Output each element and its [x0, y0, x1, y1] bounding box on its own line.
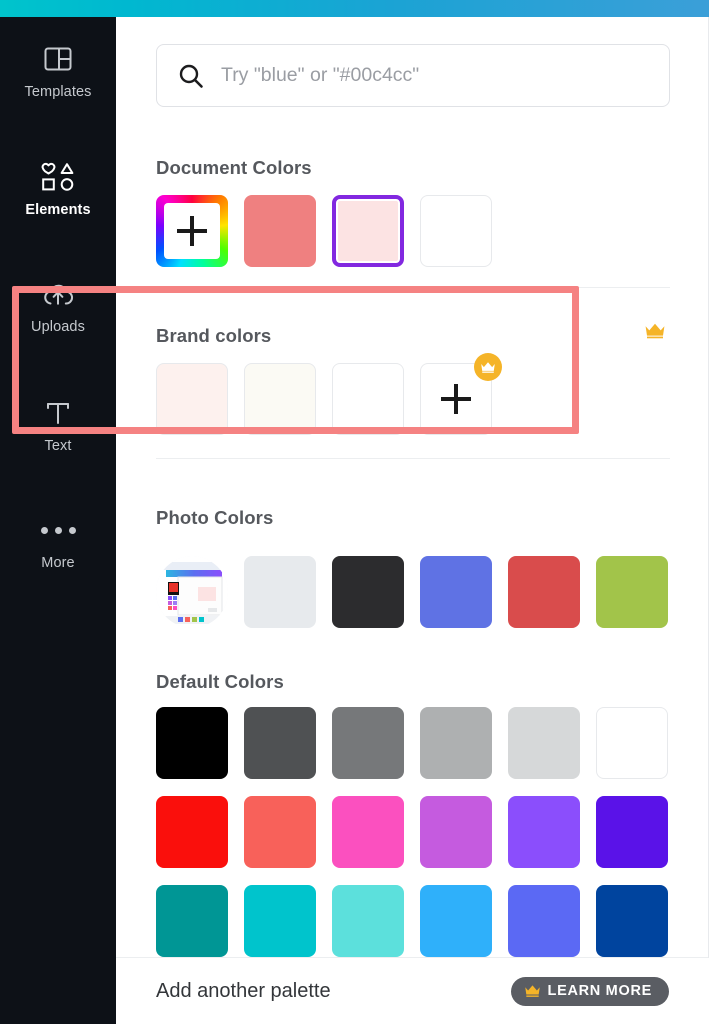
pro-crown-badge-icon	[474, 353, 502, 381]
add-document-color-swatch[interactable]	[156, 195, 228, 267]
plus-icon	[441, 384, 471, 414]
sidebar-item-label: Templates	[24, 84, 92, 100]
document-colors-title: Document Colors	[156, 157, 312, 178]
search-box[interactable]	[156, 44, 670, 107]
text-t-icon	[42, 394, 74, 432]
default-color-swatch[interactable]	[508, 885, 580, 957]
brand-colors-swatches	[156, 353, 502, 435]
add-brand-color-button[interactable]	[420, 353, 502, 435]
default-color-swatch[interactable]	[156, 796, 228, 868]
sidebar-item-label: Elements	[25, 202, 91, 218]
document-color-swatch-selected[interactable]	[332, 195, 404, 267]
default-color-swatch[interactable]	[332, 885, 404, 957]
sidebar-item-label: Uploads	[31, 319, 85, 335]
sidebar-item-label: Text	[44, 438, 72, 454]
brand-colors-title: Brand colors	[156, 325, 272, 346]
section-divider	[156, 458, 670, 459]
photo-color-swatch[interactable]	[332, 556, 404, 628]
brand-color-swatch[interactable]	[156, 363, 228, 435]
default-color-swatch[interactable]	[596, 707, 668, 779]
default-color-swatch[interactable]	[420, 796, 492, 868]
default-colors-title: Default Colors	[156, 671, 284, 692]
photo-color-swatch[interactable]	[420, 556, 492, 628]
default-color-swatch[interactable]	[596, 885, 668, 957]
default-color-swatch[interactable]	[420, 707, 492, 779]
learn-more-label: LEARN MORE	[547, 983, 652, 999]
photo-color-swatch[interactable]	[508, 556, 580, 628]
document-color-swatch[interactable]	[420, 195, 492, 267]
templates-icon	[42, 40, 74, 78]
default-color-swatch[interactable]	[244, 707, 316, 779]
search-icon	[177, 62, 205, 90]
default-color-swatch[interactable]	[332, 796, 404, 868]
default-colors-row-2	[156, 885, 668, 957]
photo-thumbnail[interactable]	[156, 556, 228, 628]
default-color-swatch[interactable]	[596, 796, 668, 868]
sidebar-item-templates[interactable]: Templates	[0, 40, 116, 100]
default-color-swatch[interactable]	[332, 707, 404, 779]
more-dots-icon	[40, 511, 76, 549]
color-panel: Document Colors Brand colors	[116, 17, 709, 1024]
color-picker-panel: Templates Elements Uploads Text More Try…	[0, 0, 709, 1024]
brand-color-swatch[interactable]	[244, 363, 316, 435]
photo-color-swatch[interactable]	[596, 556, 668, 628]
add-another-palette-link[interactable]: Add another palette	[156, 980, 331, 1003]
default-colors-row-1	[156, 796, 668, 868]
default-color-swatch[interactable]	[508, 796, 580, 868]
document-color-swatch[interactable]	[244, 195, 316, 267]
top-gradient-bar	[0, 0, 709, 17]
default-colors-row-0	[156, 707, 668, 779]
bottom-bar: Add another palette LEARN MORE	[116, 958, 709, 1024]
brand-colors-crown-icon	[644, 322, 666, 340]
sidebar-item-more[interactable]: More	[0, 511, 116, 571]
sidebar-item-elements[interactable]: Elements	[0, 158, 116, 218]
sidebar-item-text[interactable]: Text	[0, 394, 116, 454]
brand-color-swatch[interactable]	[332, 363, 404, 435]
learn-more-button[interactable]: LEARN MORE	[510, 976, 669, 1006]
default-color-swatch[interactable]	[156, 707, 228, 779]
left-sidebar: Templates Elements Uploads Text More	[0, 17, 116, 1024]
section-divider	[156, 287, 670, 288]
sidebar-item-label: More	[41, 555, 75, 571]
uploads-cloud-icon	[40, 275, 76, 313]
sidebar-item-uploads[interactable]: Uploads	[0, 275, 116, 335]
photo-color-swatch[interactable]	[244, 556, 316, 628]
plus-icon	[177, 216, 207, 246]
photo-colors-swatches	[156, 556, 668, 628]
default-color-swatch[interactable]	[156, 885, 228, 957]
document-colors-swatches	[156, 195, 492, 267]
default-color-swatch[interactable]	[508, 707, 580, 779]
default-color-swatch[interactable]	[244, 885, 316, 957]
elements-icon	[40, 158, 76, 196]
crown-icon	[524, 984, 541, 998]
search-input[interactable]	[221, 64, 649, 87]
default-color-swatch[interactable]	[244, 796, 316, 868]
photo-colors-title: Photo Colors	[156, 507, 274, 528]
default-color-swatch[interactable]	[420, 885, 492, 957]
